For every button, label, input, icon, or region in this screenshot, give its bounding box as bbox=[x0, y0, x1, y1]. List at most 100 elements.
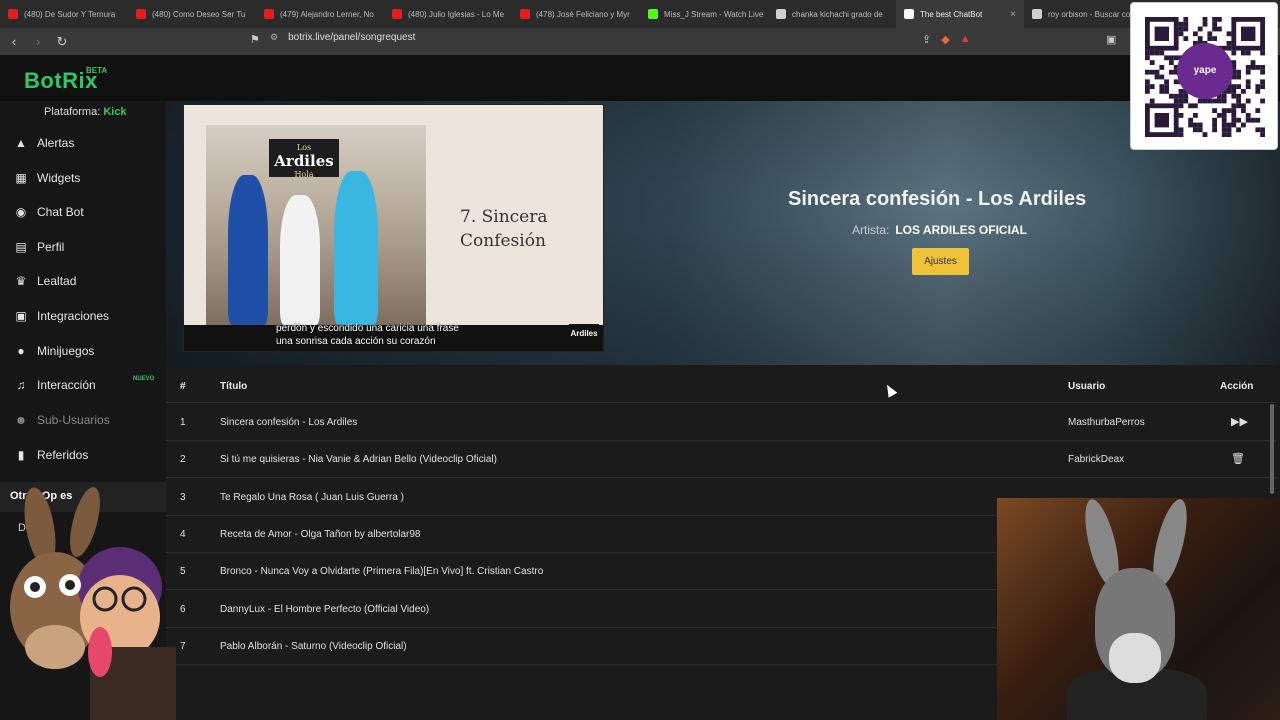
trophy-icon: ♛ bbox=[15, 274, 27, 288]
sidebar-item-sub-usuarios[interactable]: ☻ Sub-Usuarios bbox=[0, 405, 166, 435]
shield-icon[interactable]: ◆ bbox=[941, 33, 949, 46]
bookmark-icon[interactable]: ⚑ bbox=[250, 33, 260, 46]
trash-icon[interactable]: 🗑 bbox=[1231, 452, 1245, 465]
donkey-mask-snout bbox=[1109, 633, 1161, 683]
browser-tab[interactable]: (480) De Sudor Y Ternura bbox=[0, 0, 128, 28]
sidebar-item-lealtad[interactable]: ♛ Lealtad bbox=[0, 266, 166, 296]
sidebar-item-chat-bot[interactable]: ◉ Chat Bot bbox=[0, 197, 166, 227]
queue-row-user: MasthurbaPerros bbox=[1068, 417, 1145, 428]
album-track-text: 7. Sincera Confesión bbox=[460, 205, 548, 253]
browser-tab[interactable]: (479) Alejandro Lerner, No bbox=[256, 0, 384, 28]
col-title: Título bbox=[220, 381, 248, 392]
queue-row-number: 2 bbox=[180, 454, 186, 466]
youtube-icon bbox=[520, 9, 530, 19]
album-brand-sub: Hola bbox=[294, 170, 314, 179]
sidebar-item-referidos[interactable]: ▮ Referidos bbox=[0, 440, 166, 470]
browser-tab-label: Miss_J Stream - Watch Live bbox=[664, 9, 764, 19]
video-subtitles: perdón y escondido una caricia una frase… bbox=[276, 322, 459, 348]
artist-label: Artista: bbox=[852, 223, 890, 237]
browser-tab-label: (478) José Feliciano y Myr bbox=[536, 9, 630, 19]
sidebar-item-label: Chat Bot bbox=[37, 205, 84, 219]
subtitle-line1: perdón y escondido una caricia una frase bbox=[276, 323, 459, 334]
youtube-icon bbox=[136, 9, 146, 19]
sidebar-item-perfil[interactable]: ▤ Perfil bbox=[0, 232, 166, 262]
sidebar-item-minijuegos[interactable]: ● Minijuegos bbox=[0, 336, 166, 366]
channel-watermark: Ardiles bbox=[569, 324, 599, 344]
video-thumbnail[interactable]: Los Ardiles Hola 7. Sincera Confesión pe… bbox=[183, 104, 604, 352]
browser-tab[interactable]: Miss_J Stream - Watch Live bbox=[640, 0, 768, 28]
platform-value: Kick bbox=[103, 106, 127, 118]
cartoon-donkey-mascot bbox=[10, 487, 176, 720]
url-text: botrix.live/panel/songrequest bbox=[288, 32, 416, 43]
album-figure bbox=[280, 195, 320, 325]
sidebar-item-widgets[interactable]: ▦ Widgets bbox=[0, 163, 166, 193]
platform-label: Plataforma: bbox=[44, 106, 101, 118]
queue-row-number: 7 bbox=[180, 640, 186, 652]
sidebar-item-alertas[interactable]: ▲ Alertas bbox=[0, 128, 166, 158]
queue-row-title: Te Regalo Una Rosa ( Juan Luis Guerra ) bbox=[220, 491, 404, 503]
queue-row-user: FabrickDeax bbox=[1068, 454, 1125, 466]
share-icon[interactable]: ⇪ bbox=[922, 33, 931, 46]
subtitle-line2: una sonrisa cada acción su corazón bbox=[276, 336, 436, 347]
queue-row[interactable]: 1 Sincera confesión - Los Ardiles Masthurb… bbox=[166, 404, 1276, 441]
kick-icon bbox=[648, 9, 658, 19]
browser-tab-label: (480) Julio Iglesias - Lo Me bbox=[408, 9, 505, 19]
sidebar-item-integraciones[interactable]: ▣ Integraciones bbox=[0, 301, 166, 331]
queue-row-title: DannyLux - El Hombre Perfecto (Official … bbox=[220, 603, 430, 615]
browser-tab[interactable]: (480) Como Deseo Ser Tu bbox=[128, 0, 256, 28]
queue-header: # Título Usuario Acción bbox=[166, 375, 1276, 403]
queue-row-title: Sincera confesión - Los Ardiles bbox=[220, 417, 358, 428]
reload-icon[interactable]: ↻ bbox=[52, 34, 72, 50]
browser-tab-label: chanka kichachi grado de bbox=[792, 9, 883, 19]
botrix-icon bbox=[904, 9, 914, 19]
queue-row[interactable]: 2 Si tú me quisieras - Nia Vanie & Adrian… bbox=[166, 441, 1276, 479]
browser-tab-label: The best ChatBot bbox=[920, 9, 983, 19]
artist-value: LOS ARDILES OFICIAL bbox=[895, 223, 1027, 237]
sidebar-item-label: Referidos bbox=[37, 448, 89, 462]
music-note-icon: ♫ bbox=[16, 378, 26, 392]
col-action: Acción bbox=[1220, 381, 1254, 392]
album-brand-name: Ardiles bbox=[274, 152, 334, 170]
now-playing-title: Sincera confesión - Los Ardiles bbox=[788, 188, 1087, 210]
warning-icon: ▲ bbox=[15, 136, 27, 150]
site-info-icon[interactable]: ⚙ bbox=[270, 32, 278, 43]
sidebar-item-interacci-n[interactable]: ♫ Interacción bbox=[0, 370, 166, 400]
queue-row-number: 6 bbox=[180, 603, 186, 615]
address-bar[interactable]: ⚙ botrix.live/panel/songrequest bbox=[270, 32, 415, 43]
sidebar-item-label: Sub-Usuarios bbox=[37, 413, 110, 427]
browser-tab[interactable]: The best ChatBot × bbox=[896, 0, 1024, 28]
close-tab-icon[interactable]: × bbox=[1010, 9, 1016, 20]
queue-scrollbar[interactable] bbox=[1270, 404, 1274, 494]
profile-card-icon: ▤ bbox=[15, 240, 27, 254]
back-icon[interactable]: ‹ bbox=[4, 34, 24, 49]
album-track-line2: Confesión bbox=[460, 231, 546, 251]
settings-button[interactable]: Ajustes bbox=[912, 248, 969, 275]
sidebar-item-label: Interacción bbox=[37, 378, 96, 392]
google-icon bbox=[1032, 9, 1042, 19]
google-icon bbox=[776, 9, 786, 19]
queue-row-number: 5 bbox=[180, 566, 186, 578]
youtube-icon bbox=[8, 9, 18, 19]
sidebar-item-label: Widgets bbox=[37, 171, 81, 185]
queue-row-number: 1 bbox=[180, 417, 186, 428]
sidebar-item-label: Perfil bbox=[37, 240, 65, 254]
browser-tab-label: (480) Como Deseo Ser Tu bbox=[152, 9, 246, 19]
rewards-icon[interactable]: ▲ bbox=[960, 33, 971, 46]
robot-icon: ◉ bbox=[15, 205, 27, 219]
album-figure bbox=[334, 171, 378, 325]
qr-code-overlay: yape bbox=[1130, 2, 1278, 150]
sidebar-item-label: Alertas bbox=[37, 136, 75, 150]
album-track-line1: 7. Sincera bbox=[460, 207, 548, 227]
forward-icon[interactable]: › bbox=[28, 34, 48, 49]
skip-icon[interactable]: ▶▶ bbox=[1231, 415, 1248, 428]
browser-tab[interactable]: (480) Julio Iglesias - Lo Me bbox=[384, 0, 512, 28]
browser-tab[interactable]: (478) José Feliciano y Myr bbox=[512, 0, 640, 28]
yape-logo: yape bbox=[1177, 43, 1233, 99]
browser-tab[interactable]: chanka kichachi grado de bbox=[768, 0, 896, 28]
browser-tab-label: (480) De Sudor Y Ternura bbox=[24, 9, 116, 19]
sidebar-item-label: Integraciones bbox=[37, 309, 110, 323]
sidebar-item-label: Minijuegos bbox=[37, 344, 95, 358]
nuevo-badge: NUEVO bbox=[133, 376, 155, 382]
col-user: Usuario bbox=[1068, 381, 1106, 392]
extensions-icon[interactable]: ▣ bbox=[1106, 33, 1116, 46]
